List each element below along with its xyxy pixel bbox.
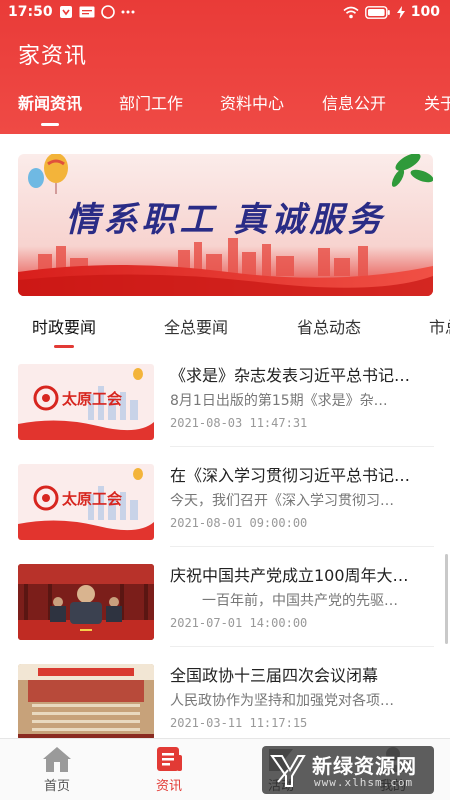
chat-notification-icon: [100, 5, 115, 19]
tab-resource-center[interactable]: 资料中心: [220, 92, 284, 126]
news-date: 2021-08-03 11:47:31: [170, 416, 308, 430]
more-dots-icon: [121, 5, 135, 19]
scrollbar[interactable]: [445, 554, 448, 644]
subtab-city[interactable]: 市总: [429, 314, 450, 348]
page-title: 家资讯: [18, 44, 88, 69]
status-time: 17:50: [8, 4, 53, 20]
home-icon: [43, 747, 71, 772]
tab-about[interactable]: 关于: [424, 92, 450, 126]
news-date: 2021-07-01 14:00:00: [170, 616, 308, 630]
shield-notification-icon: [59, 5, 73, 19]
news-summary: 今天，我们召开《深入学习贯彻习…: [170, 493, 394, 509]
news-summary: 一百年前，中国共产党的先驱…: [202, 593, 398, 609]
app-header: 17:50 100 家资讯 新闻资讯 部门工作 资料中心 信息公开 关于: [0, 0, 450, 134]
nav-home[interactable]: 首页: [12, 739, 102, 800]
subtab-current-affairs[interactable]: 时政要闻: [32, 314, 96, 348]
promo-banner[interactable]: 情系职工 真诚服务: [18, 154, 433, 296]
news-summary: 8月1日出版的第15期《求是》杂…: [170, 393, 388, 409]
news-summary: 人民政协作为坚持和加强党对各项…: [170, 693, 394, 709]
tab-public-info[interactable]: 信息公开: [322, 92, 386, 126]
status-bar: 17:50 100: [0, 0, 450, 24]
nav-news[interactable]: 资讯: [124, 739, 214, 800]
news-thumbnail: [18, 664, 154, 740]
news-thumbnail: 太原工会: [18, 464, 154, 540]
subtab-provincial-updates[interactable]: 省总动态: [297, 314, 361, 348]
divider: [170, 446, 434, 447]
site-watermark: 新绿资源网 www.xlhsm.com: [262, 746, 434, 794]
news-item[interactable]: 太原工会 《求是》杂志发表习近平总书记… 8月1日出版的第15期《求是》杂… 2…: [0, 358, 450, 458]
top-tab-bar: 新闻资讯 部门工作 资料中心 信息公开 关于: [0, 92, 450, 134]
news-title: 在《深入学习贯彻习近平总书记…: [170, 466, 411, 485]
sim-notification-icon: [79, 5, 95, 19]
charging-icon: [396, 5, 405, 19]
divider: [170, 646, 434, 647]
watermark-title: 新绿资源网: [312, 754, 417, 778]
tab-news[interactable]: 新闻资讯: [18, 92, 82, 126]
divider: [170, 546, 434, 547]
nav-label: 首页: [43, 779, 70, 794]
category-tab-bar: 时政要闻 全总要闻 省总动态 市总: [0, 310, 450, 350]
news-title: 《求是》杂志发表习近平总书记…: [170, 366, 411, 385]
tab-department-work[interactable]: 部门工作: [119, 92, 183, 126]
news-icon: [157, 747, 182, 771]
news-item[interactable]: 太原工会 在《深入学习贯彻习近平总书记… 今天，我们召开《深入学习贯彻习… 20…: [0, 458, 450, 558]
battery-level: 100: [410, 4, 440, 20]
news-thumbnail: [18, 564, 154, 640]
thumbnail-caption: 太原工会: [62, 390, 123, 408]
watermark-logo-icon: [270, 755, 306, 787]
subtab-federation-news[interactable]: 全总要闻: [164, 314, 228, 348]
thumbnail-caption: 太原工会: [62, 490, 123, 508]
news-title: 庆祝中国共产党成立100周年大…: [170, 566, 409, 585]
news-item[interactable]: 庆祝中国共产党成立100周年大… 一百年前，中国共产党的先驱… 2021-07-…: [0, 558, 450, 658]
watermark-url: www.xlhsm.com: [314, 776, 414, 789]
banner-slogan: 情系职工 真诚服务: [65, 200, 386, 240]
news-date: 2021-08-01 09:00:00: [170, 516, 308, 530]
news-date: 2021-03-11 11:17:15: [170, 716, 308, 730]
nav-label: 资讯: [155, 779, 182, 794]
news-title: 全国政协十三届四次会议闭幕: [170, 666, 379, 685]
news-thumbnail: 太原工会: [18, 364, 154, 440]
battery-icon: [364, 5, 391, 19]
content-area: 情系职工 真诚服务 时政要闻 全总要闻 省总动态 市总 太原工会 《求是》杂志发…: [0, 134, 450, 740]
wifi-icon: [343, 5, 359, 19]
